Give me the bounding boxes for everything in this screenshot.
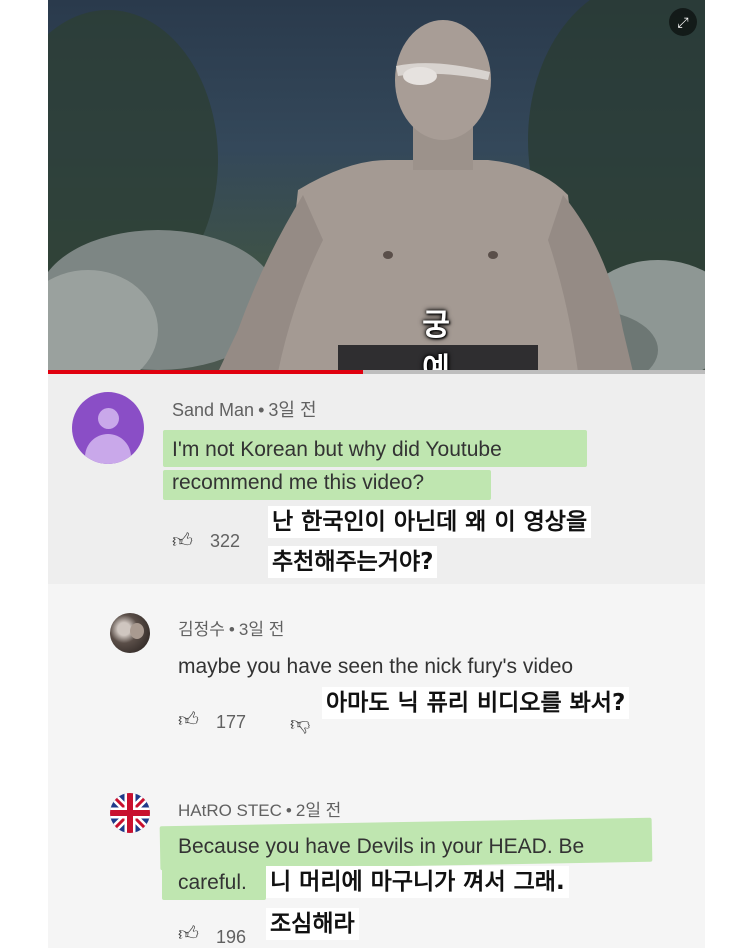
comment-text-line: Because you have Devils in your HEAD. Be [178, 835, 585, 858]
translation-line: 추천해주는거야? [268, 546, 438, 578]
comment-meta: 김정수 • 3일 전 [178, 620, 285, 639]
comment-author[interactable]: Sand Man [172, 400, 254, 420]
translation-line: 아마도 닉 퓨리 비디오를 봐서? [322, 687, 630, 719]
comment-text-line: maybe you have seen the nick fury's vide… [178, 655, 574, 678]
translation-line: 난 한국인이 아닌데 왜 이 영상을 [268, 506, 592, 538]
comment-time: 3일 전 [238, 620, 285, 639]
person-icon[interactable] [72, 392, 144, 464]
comment-text-line: recommend me this video? [172, 471, 425, 494]
translation-line: 조심해라 [266, 908, 359, 940]
avatar[interactable] [110, 613, 150, 653]
video-subtitle: 궁 예 [422, 308, 480, 372]
union-jack-icon[interactable] [110, 793, 150, 833]
comment-time: 2일 전 [295, 801, 342, 820]
like-count: 322 [210, 531, 241, 551]
translation-line: 니 머리에 마구니가 껴서 그래. [266, 866, 569, 898]
comment-meta: Sand Man • 3일 전 [172, 400, 317, 420]
comment-author[interactable]: 김정수 [178, 620, 225, 639]
like-count: 177 [216, 712, 247, 732]
video-thumbnail[interactable]: 궁 예 ⤢ [48, 0, 705, 372]
thumbs-up-icon[interactable]: 👍︎ [178, 708, 199, 732]
thumbs-down-icon[interactable]: 👎︎ [290, 712, 310, 736]
comment-text-line: careful. [178, 871, 247, 894]
expand-icon[interactable]: ⤢ [669, 8, 697, 36]
comment-time: 3일 전 [268, 400, 317, 420]
comment-text-line: I'm not Korean but why did Youtube [172, 438, 502, 461]
comment-author[interactable]: HAtRO STEC [178, 801, 282, 820]
comment-meta: HAtRO STEC • 2일 전 [178, 801, 342, 820]
like-count: 196 [216, 927, 247, 947]
thumbs-up-icon[interactable]: 👍︎ [178, 922, 199, 946]
thumbs-up-icon[interactable]: 👍︎ [172, 529, 193, 553]
